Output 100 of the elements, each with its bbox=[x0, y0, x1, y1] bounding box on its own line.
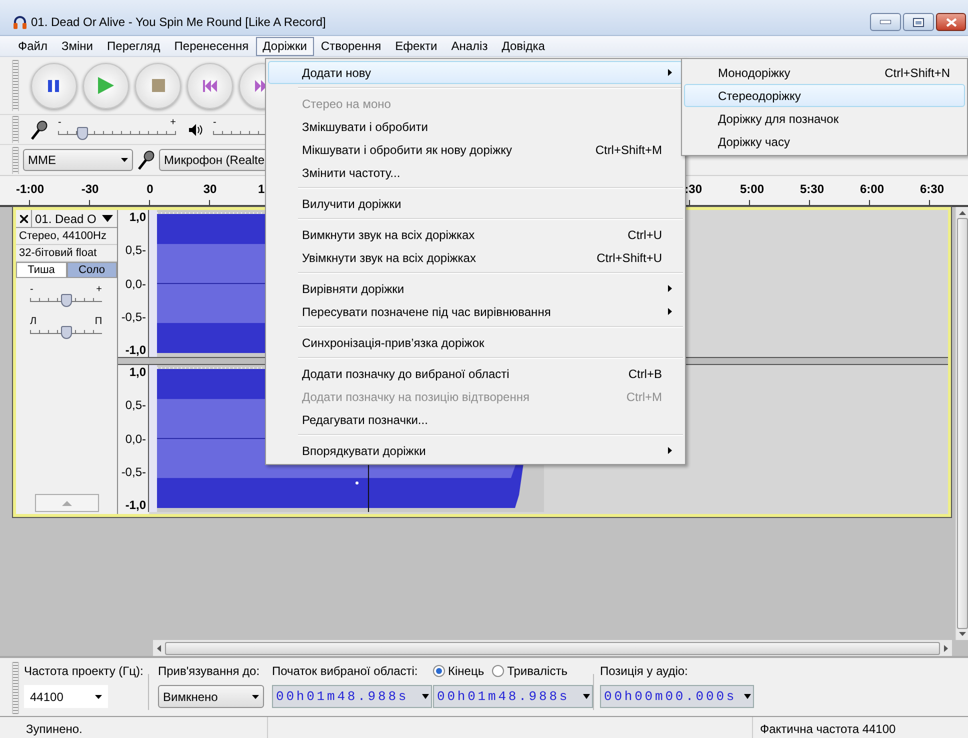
ruler-label: 6:00 bbox=[860, 182, 884, 196]
menu-title[interactable]: Довідка bbox=[494, 36, 552, 56]
slider-min-label: - bbox=[58, 116, 62, 128]
shortcut-label: Ctrl+Shift+U bbox=[596, 250, 662, 266]
shortcut-label: Ctrl+M bbox=[626, 388, 662, 406]
status-text: Зупинено. bbox=[26, 720, 82, 738]
slider-track[interactable] bbox=[58, 130, 176, 134]
menu-item[interactable]: Увімкнути звук на всіх доріжках Ctrl+Shift+U bbox=[268, 246, 683, 269]
scrollbar-thumb[interactable] bbox=[165, 642, 940, 654]
menu-title[interactable]: Зміни bbox=[54, 36, 100, 56]
toolbar-grip[interactable] bbox=[12, 662, 19, 714]
slider-max-label: П bbox=[94, 316, 102, 328]
slider-min-label: - bbox=[30, 284, 34, 296]
menu-item[interactable]: Додати нову bbox=[268, 61, 683, 84]
amplitude-label: -1,0 bbox=[125, 343, 146, 357]
track-info: 32-бітовий float bbox=[19, 247, 97, 259]
toolbar-grip[interactable] bbox=[12, 116, 19, 143]
skip-to-start-button[interactable] bbox=[187, 62, 233, 108]
slider-max-label: + bbox=[170, 116, 176, 128]
menu-item[interactable]: Вилучити доріжки bbox=[268, 192, 683, 215]
field-label: Частота проекту (Гц): bbox=[24, 663, 144, 680]
radio-button[interactable]: Кінець bbox=[433, 662, 484, 680]
microphone-icon bbox=[137, 150, 155, 170]
menu-title[interactable]: Створення bbox=[314, 36, 388, 56]
menu-title[interactable]: Перегляд bbox=[100, 36, 168, 56]
shortcut-label: Ctrl+Shift+N bbox=[884, 64, 950, 82]
ruler-label: 1 bbox=[258, 182, 265, 196]
slider-thumb[interactable] bbox=[76, 126, 88, 140]
maximize-button[interactable] bbox=[903, 13, 934, 31]
amplitude-label: 1,0 bbox=[129, 365, 146, 379]
menu-title[interactable]: Файл bbox=[11, 36, 55, 56]
maximize-icon bbox=[913, 18, 924, 26]
selection-start-field[interactable]: 00h01m48.988s bbox=[272, 685, 432, 708]
menu-item[interactable]: Змікшувати і обробити bbox=[268, 115, 683, 138]
pause-button[interactable] bbox=[31, 62, 77, 108]
menu-item[interactable]: Редагувати позначки... bbox=[268, 408, 683, 431]
snap-dropdown[interactable]: Вимкнено bbox=[158, 685, 264, 708]
vertical-scrollbar[interactable] bbox=[955, 207, 968, 640]
track-menu-button[interactable]: 01. Dead O bbox=[32, 210, 117, 228]
ruler-label: 30 bbox=[203, 182, 217, 196]
ruler-label: 5:00 bbox=[740, 182, 764, 196]
caret-icon bbox=[422, 692, 429, 701]
stop-button[interactable] bbox=[135, 62, 181, 108]
menu-item[interactable]: Синхронізація-прив’язка доріжок bbox=[268, 331, 683, 354]
mute-button[interactable]: Тиша bbox=[16, 262, 66, 278]
menu-item[interactable]: Пересувати позначене під час вирівнювання bbox=[268, 300, 683, 323]
stop-icon bbox=[152, 79, 164, 92]
amplitude-label: 0,5- bbox=[125, 398, 146, 412]
play-button[interactable] bbox=[83, 62, 129, 108]
menu-item[interactable]: Додати позначку до вибраної області Ctrl+B bbox=[268, 362, 683, 385]
skip-to-start-icon bbox=[203, 80, 217, 92]
amplitude-label: -0,5- bbox=[121, 464, 146, 479]
amplitude-label: 0,0- bbox=[125, 432, 146, 446]
pause-icon bbox=[48, 80, 60, 92]
menu-item[interactable]: Монодоріжку Ctrl+Shift+N bbox=[684, 61, 965, 84]
headphones-icon bbox=[13, 16, 27, 29]
menu-item[interactable]: Доріжку часу bbox=[684, 130, 965, 153]
close-icon bbox=[20, 214, 28, 222]
amplitude-label: 0,5- bbox=[125, 243, 146, 258]
field-label: Початок вибраної області: bbox=[272, 663, 419, 680]
menu-title[interactable]: Доріжки bbox=[256, 36, 314, 56]
amplitude-label: -1,0 bbox=[125, 498, 146, 512]
amplitude-label: -0,5- bbox=[121, 310, 146, 324]
collapse-icon bbox=[62, 500, 72, 506]
menu-item[interactable]: Вирівняти доріжки bbox=[268, 277, 683, 300]
menu-title[interactable]: Перенесення bbox=[167, 36, 256, 56]
shortcut-label: Ctrl+Shift+M bbox=[595, 142, 662, 158]
caret-icon bbox=[95, 694, 102, 698]
caret-icon bbox=[744, 692, 751, 701]
slider-thumb[interactable] bbox=[61, 326, 72, 339]
audio-position-field[interactable]: 00h00m00.000s bbox=[600, 685, 754, 708]
solo-button[interactable]: Соло bbox=[66, 262, 117, 278]
amplitude-label: 1,0 bbox=[129, 210, 146, 224]
rate-dropdown[interactable]: 44100 bbox=[24, 685, 108, 708]
menu-item[interactable]: Доріжку для позначок bbox=[684, 107, 965, 130]
minimize-icon bbox=[880, 20, 891, 24]
status-text: Фактична частота 44100 bbox=[760, 720, 896, 738]
minimize-button[interactable] bbox=[870, 13, 901, 31]
slider-thumb[interactable] bbox=[61, 294, 72, 307]
host-dropdown[interactable]: MME bbox=[23, 149, 133, 171]
ruler-label: -30 bbox=[81, 182, 99, 196]
collapse-track-button[interactable] bbox=[34, 494, 98, 512]
slider-min-label: - bbox=[213, 116, 216, 128]
close-button[interactable] bbox=[936, 13, 966, 31]
ruler-label: 6:30 bbox=[920, 182, 944, 196]
scrollbar-thumb[interactable] bbox=[956, 218, 968, 629]
ruler-label: 5:30 bbox=[800, 182, 824, 196]
menu-title[interactable]: Ефекти bbox=[388, 36, 444, 56]
radio-button[interactable]: Тривалість bbox=[492, 662, 568, 680]
menu-title[interactable]: Аналіз bbox=[444, 36, 495, 56]
selection-end-field[interactable]: 00h01m48.988s bbox=[433, 685, 593, 708]
menu-item[interactable]: Вимкнути звук на всіх доріжках Ctrl+U bbox=[268, 223, 683, 246]
horizontal-scrollbar[interactable] bbox=[153, 640, 952, 656]
menu-item[interactable]: Стереодоріжку bbox=[684, 84, 965, 107]
toolbar-grip[interactable] bbox=[12, 60, 19, 112]
play-icon bbox=[98, 77, 114, 94]
menu-item[interactable]: Впорядкувати доріжки bbox=[268, 439, 683, 462]
track-info: Стерео, 44100Hz bbox=[19, 230, 106, 242]
scroll-up-icon bbox=[958, 211, 966, 215]
toolbar-grip[interactable] bbox=[12, 146, 19, 174]
